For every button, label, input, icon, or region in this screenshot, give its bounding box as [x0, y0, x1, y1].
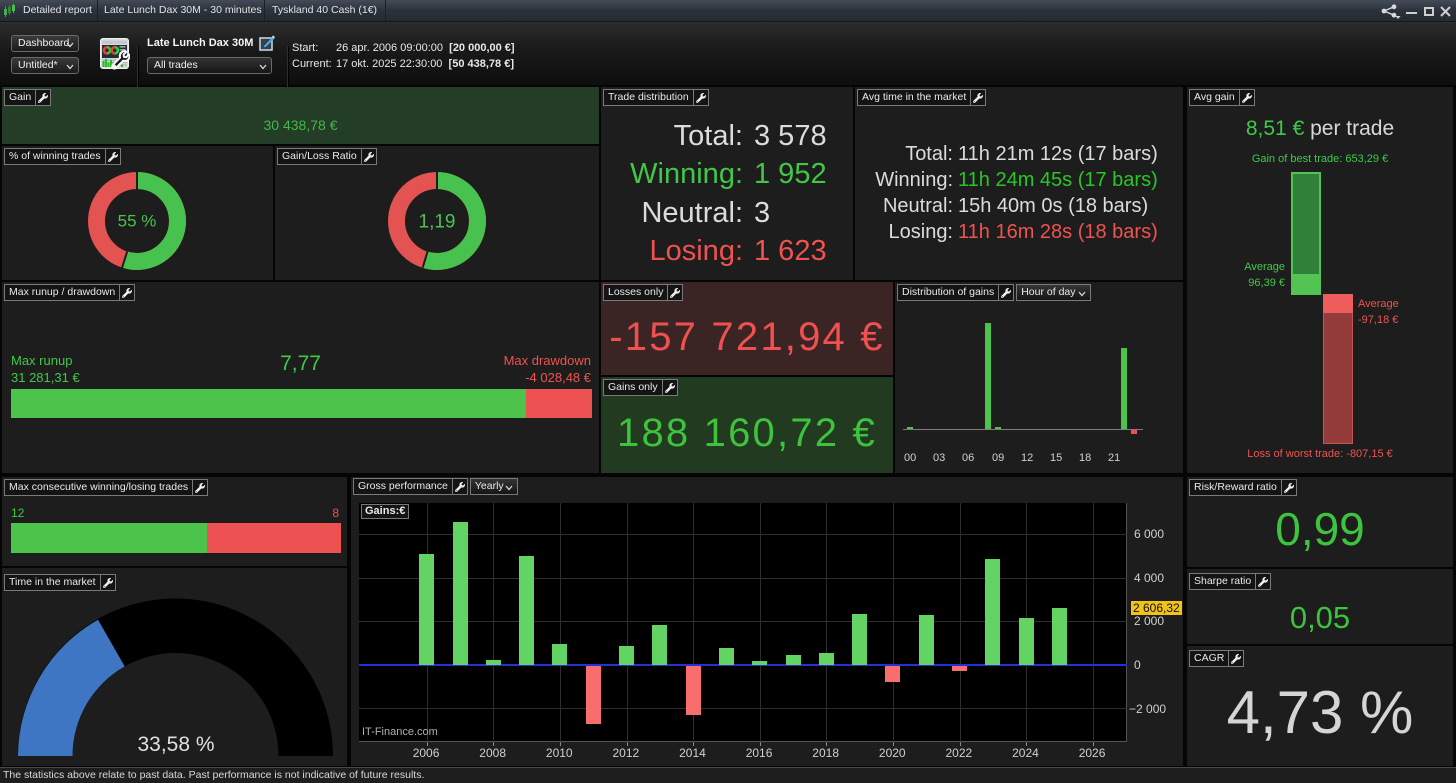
svg-text:55 %: 55 %: [118, 212, 157, 231]
svg-text:1,19: 1,19: [419, 212, 456, 233]
